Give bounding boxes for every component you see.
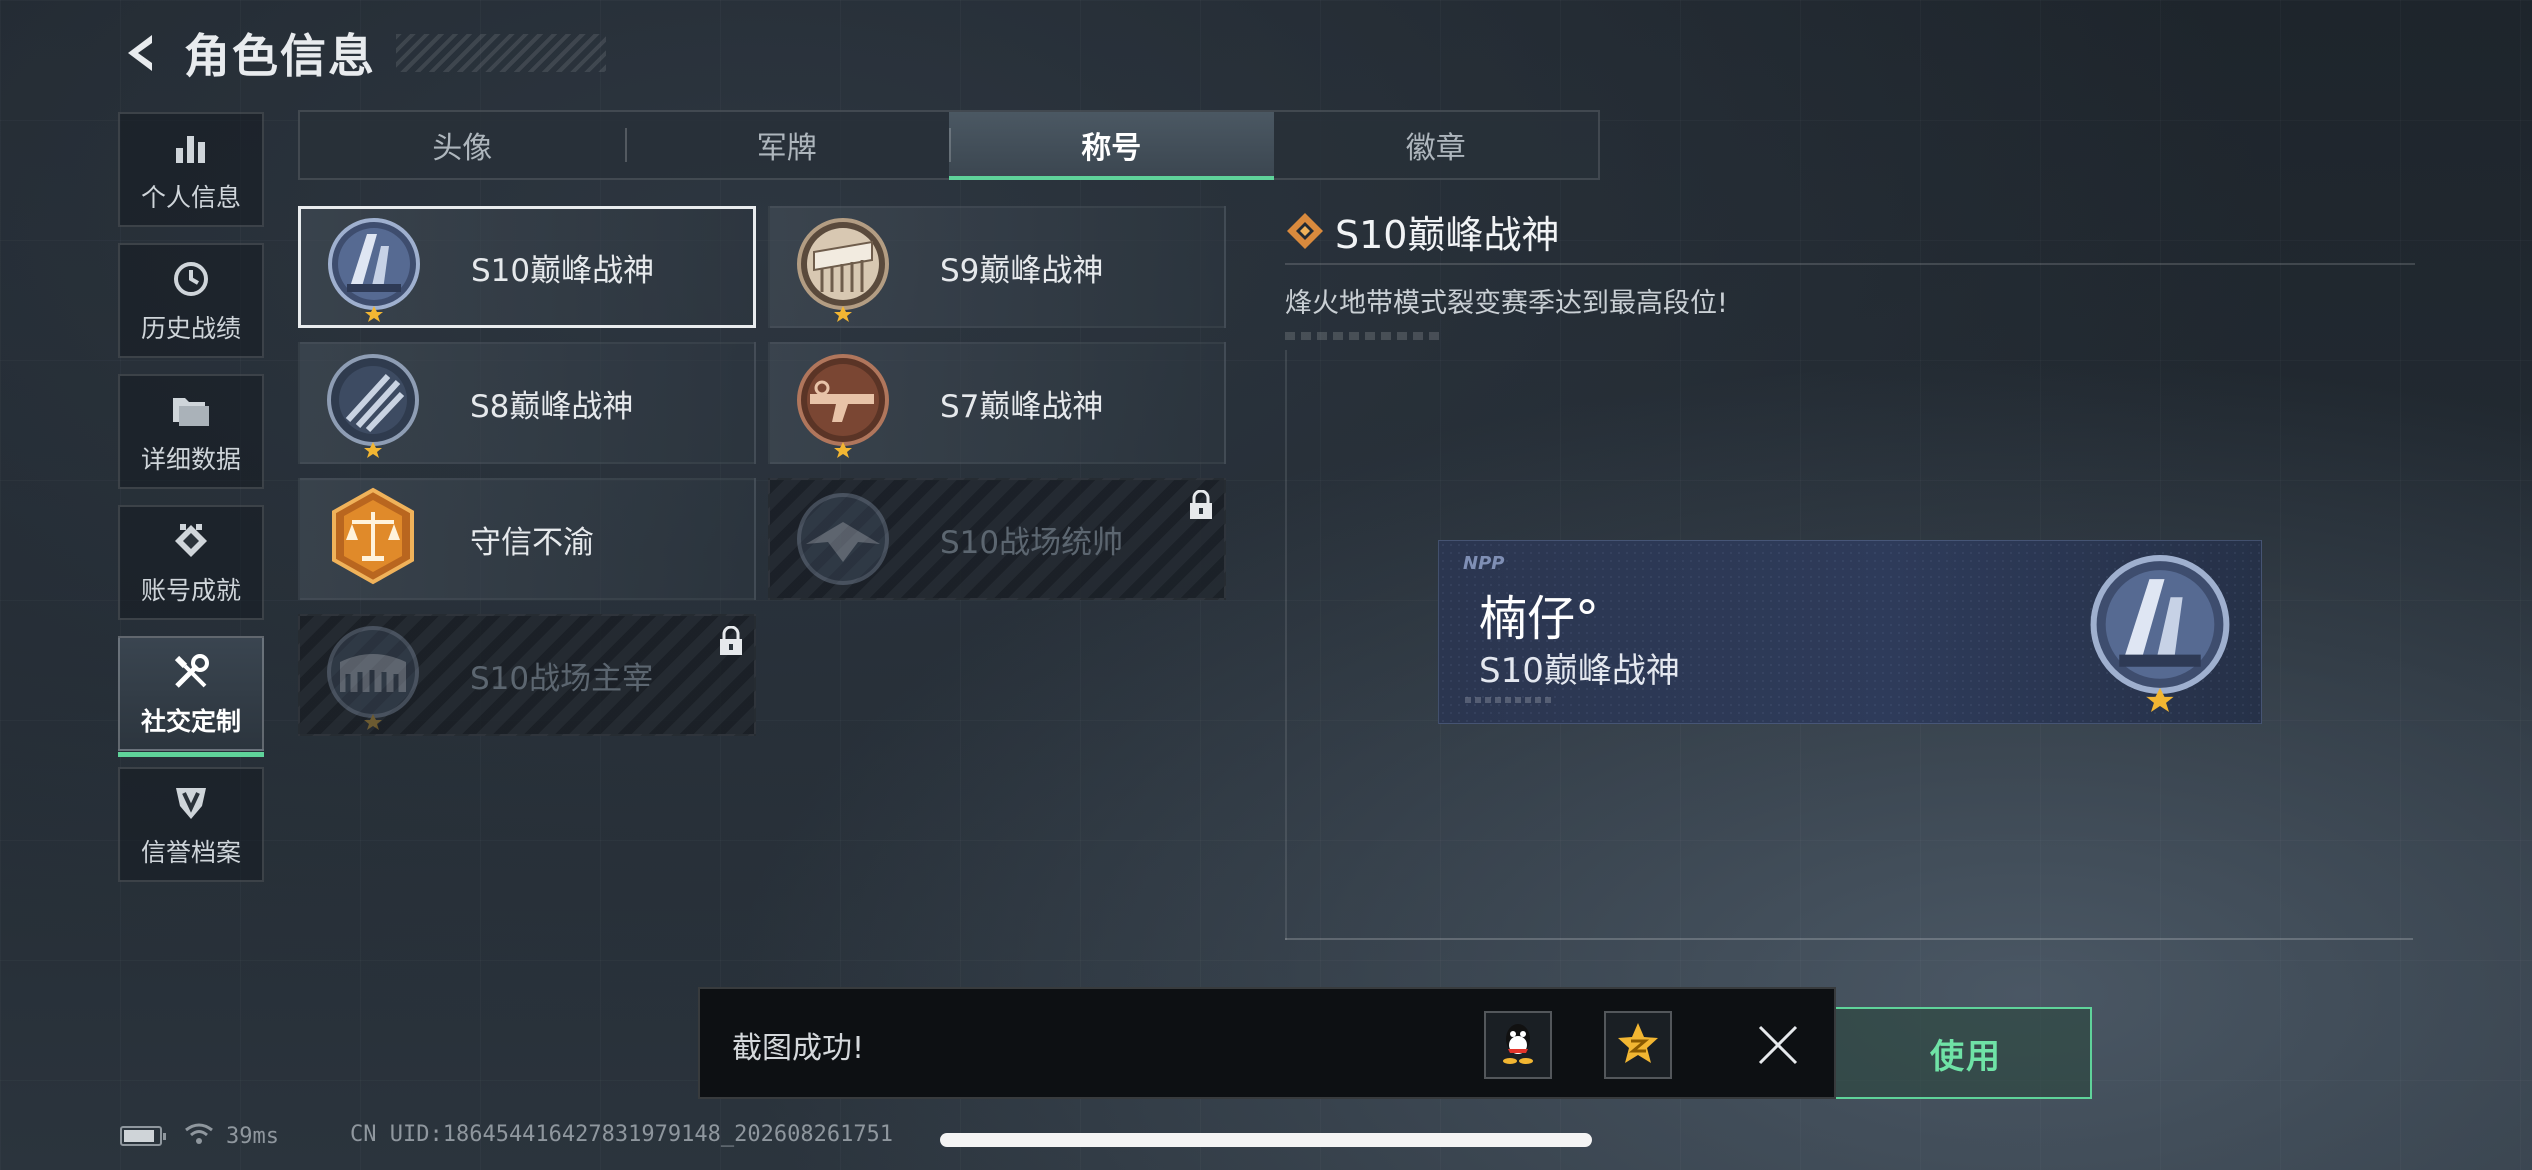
title-name: 守信不渝 — [470, 524, 594, 561]
tab-avatar[interactable]: 头像 — [300, 112, 625, 178]
title-name: S7巅峰战神 — [940, 388, 1104, 425]
toast-message: 截图成功! — [732, 1031, 865, 1066]
sidebar-item-credit-profile[interactable]: 信誉档案 — [118, 767, 264, 882]
sidebar-item-label: 详细数据 — [140, 444, 241, 474]
credit-shield-icon — [169, 781, 213, 825]
lock-icon — [1188, 489, 1214, 520]
share-qzone-button[interactable] — [1604, 1011, 1672, 1079]
sidebar-item-history[interactable]: 历史战绩 — [118, 243, 264, 358]
scales-emblem — [318, 484, 428, 594]
bar-chart-icon — [169, 126, 213, 170]
lock-icon — [718, 625, 744, 656]
screenshot-toast: 截图成功! — [698, 987, 1836, 1099]
history-clock-icon — [169, 257, 213, 301]
tab-badge[interactable]: 徽章 — [1274, 112, 1599, 178]
tab-dog-tag[interactable]: 军牌 — [624, 112, 950, 178]
sidebar: 个人信息 历史战绩 详细数据 账号成就 社交定制 信誉档案 — [118, 112, 266, 898]
detail-title: S10巅峰战神 — [1335, 212, 1560, 257]
sidebar-item-label: 社交定制 — [140, 706, 241, 736]
banner-logo: NPP — [1463, 553, 1505, 574]
player-name: 楠仔° — [1479, 591, 1600, 647]
back-arrow-icon[interactable] — [118, 29, 166, 77]
s8-peak-emblem — [318, 348, 428, 458]
diamond-icon — [1285, 211, 1325, 251]
s9-peak-emblem — [788, 212, 898, 322]
page-title: 角色信息 — [184, 29, 376, 83]
title-card-s10-commander[interactable]: S10战场统帅 — [768, 478, 1226, 600]
close-icon[interactable] — [1748, 1015, 1808, 1075]
title-decoration — [396, 34, 606, 72]
title-name: S9巅峰战神 — [940, 252, 1104, 289]
home-indicator[interactable] — [940, 1133, 1592, 1147]
qzone-icon — [1616, 1021, 1660, 1069]
colosseum-emblem — [318, 620, 428, 730]
s7-peak-emblem — [788, 348, 898, 458]
folder-icon — [169, 388, 213, 432]
use-button-label: 使用 — [1930, 1036, 2002, 1077]
description-decoration — [1285, 332, 1445, 340]
sidebar-item-personal-info[interactable]: 个人信息 — [118, 112, 264, 227]
s10-peak-emblem — [319, 212, 429, 322]
category-tabs: 头像 军牌 称号 徽章 — [298, 110, 1600, 180]
qq-icon — [1498, 1021, 1538, 1069]
user-uid: CN UID:1864544164278319791​48_2026082617… — [350, 1122, 894, 1147]
title-card-trustworthy[interactable]: 守信不渝 — [298, 478, 756, 600]
title-name: S10战场统帅 — [940, 524, 1124, 561]
sidebar-item-detailed-data[interactable]: 详细数据 — [118, 374, 264, 489]
sidebar-item-label: 历史战绩 — [140, 313, 241, 343]
detail-description: 烽火地带模式裂变赛季达到最高段位! — [1285, 288, 1728, 319]
s10-peak-emblem — [2077, 549, 2243, 715]
ping-value: 39ms — [226, 1123, 279, 1149]
detail-header: S10巅峰战神 — [1285, 205, 2415, 257]
achievement-icon — [169, 519, 213, 563]
sidebar-item-label: 账号成就 — [140, 575, 241, 605]
title-card-s7-peak[interactable]: S7巅峰战神 — [768, 342, 1226, 464]
status-bar: 39ms — [120, 1122, 279, 1150]
page-header: 角色信息 — [118, 22, 606, 84]
title-card-s8-peak[interactable]: S8巅峰战神 — [298, 342, 756, 464]
title-card-s10-peak[interactable]: S10巅峰战神 — [298, 206, 756, 328]
tab-title[interactable]: 称号 — [949, 112, 1274, 180]
sidebar-item-label: 信誉档案 — [140, 837, 241, 867]
title-card-s10-dominator[interactable]: S10战场主宰 — [298, 614, 756, 736]
title-card-s9-peak[interactable]: S9巅峰战神 — [768, 206, 1226, 328]
sidebar-item-label: 个人信息 — [140, 182, 241, 212]
wrench-screwdriver-icon — [169, 650, 213, 694]
aircraft-emblem — [788, 484, 898, 594]
battery-icon — [120, 1126, 166, 1146]
title-name: S8巅峰战神 — [470, 388, 634, 425]
title-name: S10战场主宰 — [470, 660, 654, 697]
sidebar-item-social-custom[interactable]: 社交定制 — [118, 636, 264, 757]
sidebar-item-achievements[interactable]: 账号成就 — [118, 505, 264, 620]
preview-frame-bottom — [1285, 938, 2413, 940]
title-preview-banner: NPP 楠仔° S10巅峰战神 — [1438, 540, 2262, 724]
banner-title-text: S10巅峰战神 — [1479, 651, 1680, 691]
share-qq-button[interactable] — [1484, 1011, 1552, 1079]
wifi-icon — [184, 1122, 214, 1150]
title-name: S10巅峰战神 — [471, 252, 655, 289]
banner-decoration — [1465, 697, 1555, 703]
title-detail-panel: S10巅峰战神 烽火地带模式裂变赛季达到最高段位! — [1285, 205, 2415, 340]
divider — [1285, 263, 2415, 265]
preview-frame-left — [1285, 350, 1287, 940]
